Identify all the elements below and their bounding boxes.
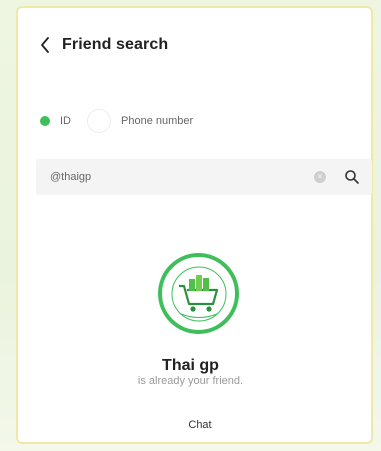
clear-icon[interactable]: × (314, 171, 326, 183)
radio-option-id[interactable]: ID (40, 115, 71, 127)
profile-avatar (158, 253, 239, 334)
search-type-selector: ID Phone number (40, 109, 209, 133)
back-chevron-icon[interactable] (36, 34, 54, 56)
search-input-value: @thaigp (50, 171, 92, 183)
radio-label-phone: Phone number (121, 115, 194, 127)
header: Friend search (36, 34, 168, 56)
friend-status-text: is already your friend. (137, 375, 244, 387)
search-icon[interactable] (344, 169, 360, 185)
shopping-cart-logo-icon (171, 266, 226, 321)
radio-option-phone[interactable]: Phone number (87, 109, 193, 133)
radio-label-id: ID (60, 115, 71, 127)
radio-selected-icon (40, 116, 50, 126)
radio-unselected-icon (87, 109, 111, 133)
page-title: Friend search (62, 36, 169, 53)
search-input[interactable]: @thaigp × (36, 159, 372, 195)
chat-button[interactable]: Chat (160, 413, 240, 437)
contact-name: Thai gp (162, 357, 219, 374)
